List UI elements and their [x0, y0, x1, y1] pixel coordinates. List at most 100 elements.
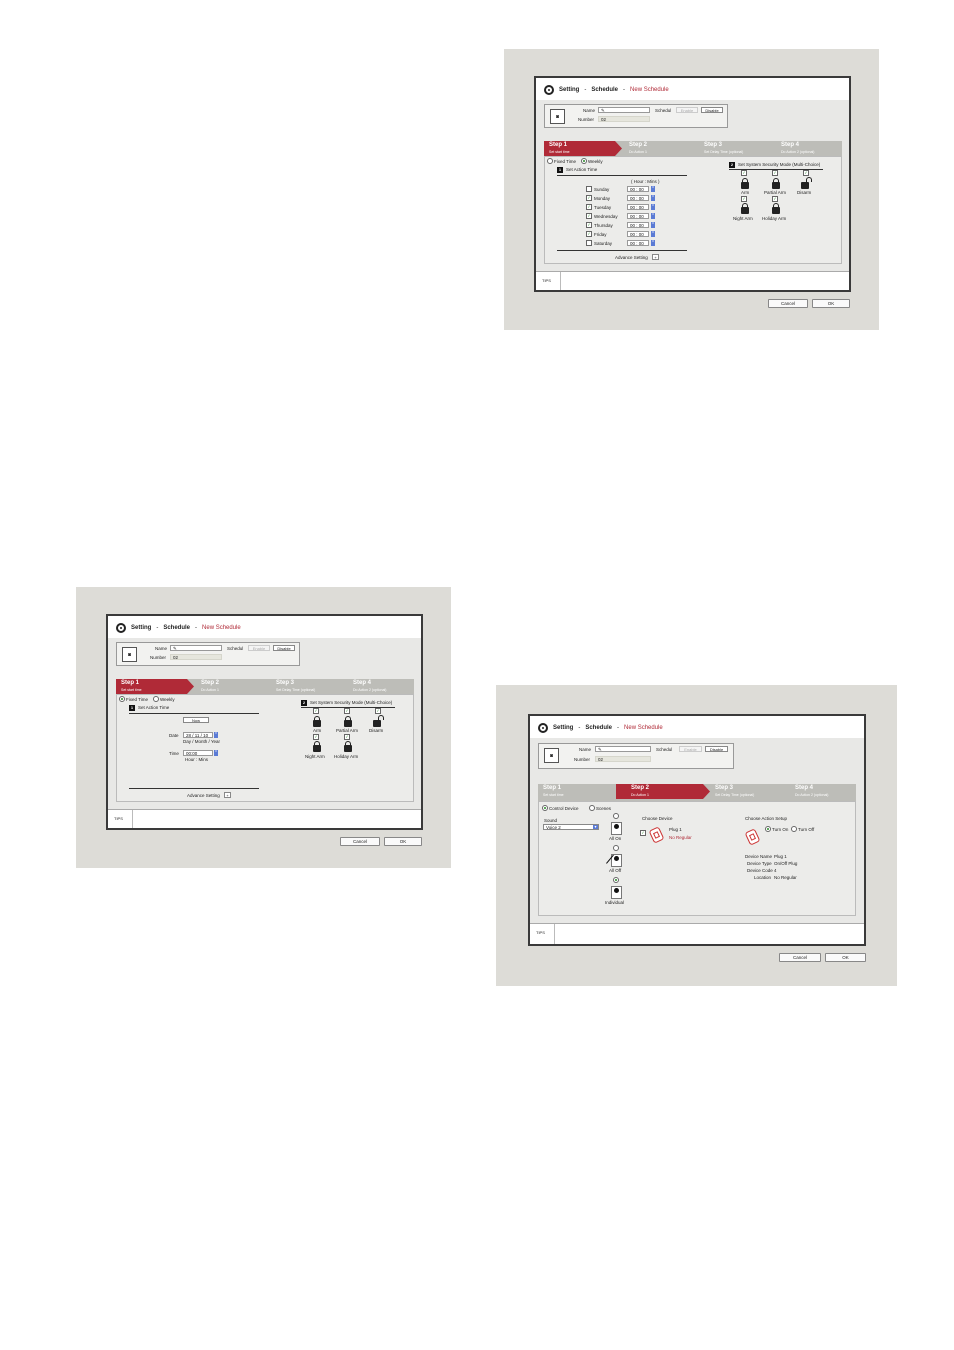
- ok-button[interactable]: OK: [812, 299, 850, 308]
- date-field[interactable]: 28 / 11 / 10: [183, 732, 213, 738]
- tab-step4[interactable]: Step 4 Do Action 2 (optional): [348, 679, 414, 694]
- tab-step4[interactable]: Step 4 Do Action 2 (optional): [776, 141, 842, 156]
- location-value: No Regular: [774, 875, 797, 880]
- name-input[interactable]: ✎: [595, 746, 651, 752]
- day-wednesday-time[interactable]: 00 : 00: [627, 213, 649, 219]
- breadcrumb-setting[interactable]: Setting: [553, 725, 573, 731]
- tab-step4[interactable]: Step 4 Do Action 2 (optional): [790, 784, 856, 799]
- tab-step2[interactable]: Step 2 Do Action 1: [196, 679, 271, 694]
- advance-setting-expand-button[interactable]: +: [652, 254, 659, 260]
- enable-button[interactable]: Enable: [248, 645, 270, 651]
- disable-button[interactable]: Disable: [701, 107, 723, 113]
- control-device-radio[interactable]: Control Device: [542, 805, 579, 812]
- breadcrumb-setting[interactable]: Setting: [131, 625, 151, 631]
- individual-radio[interactable]: [613, 877, 620, 884]
- name-input[interactable]: ✎: [598, 107, 650, 113]
- weekly-radio[interactable]: Weekly: [581, 158, 603, 165]
- day-tuesday-check[interactable]: ✓ Tuesday: [586, 204, 611, 211]
- sound-select[interactable]: Voice 2: [543, 824, 599, 830]
- divider: [557, 175, 687, 176]
- breadcrumb-schedule[interactable]: Schedule: [591, 87, 618, 93]
- time-spinner-icon[interactable]: ⇕: [651, 231, 655, 237]
- time-spinner-icon[interactable]: ⇕: [214, 750, 218, 756]
- partial-arm-checkbox[interactable]: ✓: [772, 170, 780, 177]
- day-monday-check[interactable]: ✓ Monday: [586, 195, 610, 202]
- disable-button[interactable]: Disable: [705, 746, 728, 752]
- tab-step2[interactable]: Step 2 Do Action 1: [624, 141, 699, 156]
- day-saturday-time[interactable]: 00 : 00: [627, 240, 649, 246]
- all-on-radio[interactable]: [613, 813, 620, 820]
- arm-checkbox[interactable]: ✓: [313, 708, 321, 715]
- day-thursday-check[interactable]: ✓ Thursday: [586, 222, 613, 229]
- time-spinner-icon[interactable]: ⇕: [651, 195, 655, 201]
- mode-arm-label: Arm: [313, 728, 322, 733]
- now-button[interactable]: Now: [183, 717, 209, 723]
- tab-step1[interactable]: Step 1 Set start time: [538, 784, 616, 799]
- ok-button[interactable]: OK: [825, 953, 866, 962]
- day-wednesday-check[interactable]: ✓ Wednesday: [586, 213, 618, 220]
- calendar-dropdown-icon[interactable]: ▾: [214, 732, 218, 738]
- partial-arm-checkbox[interactable]: ✓: [344, 708, 352, 715]
- tab-step1[interactable]: Step 1 Set start time: [116, 679, 194, 694]
- day-monday-time[interactable]: 00 : 00: [627, 195, 649, 201]
- step-content: Fixed Time Weekly 1 Set Action Time ( Hou…: [544, 156, 842, 264]
- schedule-info-box: ◙ Name ✎ Number 02 Schedul Enable Disabl…: [116, 642, 300, 666]
- breadcrumb-sep: -: [617, 725, 620, 731]
- arm-checkbox[interactable]: ✓: [741, 170, 749, 177]
- tab-step3[interactable]: Step 3 Set Delay Time (optional): [699, 141, 774, 156]
- turn-off-radio[interactable]: Turn Off: [791, 826, 814, 833]
- ok-button[interactable]: OK: [384, 837, 422, 846]
- step4-subtitle: Do Action 2 (optional): [795, 793, 829, 797]
- device-location-text: No Regular: [669, 835, 692, 840]
- enable-button[interactable]: Enable: [676, 107, 698, 113]
- step1-subtitle: Set start time: [121, 688, 142, 692]
- day-sunday-time[interactable]: 00 : 00: [627, 186, 649, 192]
- weekly-radio[interactable]: Weekly: [153, 696, 175, 703]
- disable-button[interactable]: Disable: [273, 645, 295, 651]
- time-field[interactable]: 00:00: [183, 750, 213, 756]
- cancel-button[interactable]: Cancel: [340, 837, 380, 846]
- day-friday-time[interactable]: 00 : 00: [627, 231, 649, 237]
- name-input[interactable]: ✎: [170, 645, 222, 651]
- tab-step2[interactable]: Step 2 Do Action 1: [616, 784, 710, 799]
- cancel-button[interactable]: Cancel: [768, 299, 808, 308]
- schedule-device-icon: ◙: [550, 109, 565, 124]
- scenes-radio[interactable]: Scenes: [589, 805, 611, 812]
- all-off-radio[interactable]: [613, 845, 620, 852]
- mode-partial-arm-label: Partial Arm: [764, 190, 787, 195]
- turn-on-radio[interactable]: Turn On: [765, 826, 788, 833]
- choose-action-heading: Choose Action Setup: [745, 816, 788, 821]
- disarm-checkbox[interactable]: ✓: [375, 708, 383, 715]
- fixed-time-radio[interactable]: Fixed Time: [547, 158, 576, 165]
- time-spinner-icon[interactable]: ⇕: [651, 240, 655, 246]
- time-spinner-icon[interactable]: ⇕: [651, 213, 655, 219]
- device-checkbox[interactable]: ✓: [640, 830, 648, 837]
- day-tuesday-time[interactable]: 00 : 00: [627, 204, 649, 210]
- bulb-on-icon: [611, 822, 622, 835]
- breadcrumb-schedule[interactable]: Schedule: [585, 725, 612, 731]
- individual-label: Individual: [605, 900, 625, 905]
- tab-step3[interactable]: Step 3 Set Delay Time (optional): [710, 784, 790, 799]
- time-spinner-icon[interactable]: ⇕: [651, 186, 655, 192]
- breadcrumb: Setting - Schedule - New Schedule: [544, 85, 669, 95]
- day-friday-check[interactable]: ✓ Friday: [586, 231, 607, 238]
- day-sunday-check[interactable]: Sunday: [586, 186, 609, 193]
- time-spinner-icon[interactable]: ⇕: [651, 204, 655, 210]
- enable-button[interactable]: Enable: [679, 746, 702, 752]
- breadcrumb-setting[interactable]: Setting: [559, 87, 579, 93]
- number-field: 02: [598, 116, 650, 122]
- breadcrumb-schedule[interactable]: Schedule: [163, 625, 190, 631]
- step1-subtitle: Set start time: [549, 150, 570, 154]
- day-saturday-check[interactable]: Saturday: [586, 240, 612, 247]
- cancel-button[interactable]: Cancel: [779, 953, 821, 962]
- time-spinner-icon[interactable]: ⇕: [651, 222, 655, 228]
- tab-step1[interactable]: Step 1 Set start time: [544, 141, 622, 156]
- mode-disarm-label: Disarm: [369, 728, 384, 733]
- day-thursday-time[interactable]: 00 : 00: [627, 222, 649, 228]
- screenshot-fixed-time: Setting - Schedule - New Schedule ◙ Name…: [76, 587, 451, 868]
- breadcrumb: Setting - Schedule - New Schedule: [538, 723, 663, 733]
- advance-setting-expand-button[interactable]: +: [224, 792, 231, 798]
- disarm-checkbox[interactable]: ✓: [803, 170, 811, 177]
- tab-step3[interactable]: Step 3 Set Delay Time (optional): [271, 679, 346, 694]
- fixed-time-radio[interactable]: Fixed Time: [119, 696, 148, 703]
